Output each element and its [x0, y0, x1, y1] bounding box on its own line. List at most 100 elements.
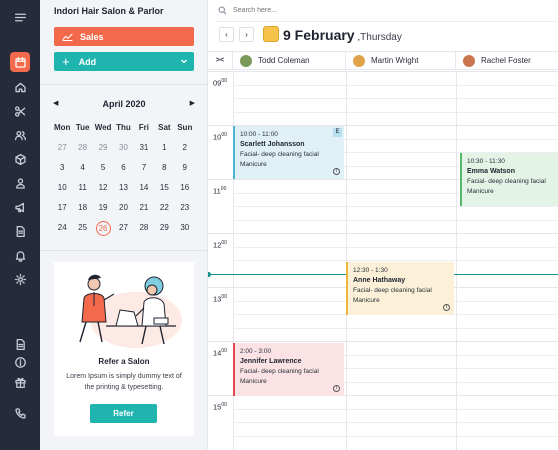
hour-line [208, 233, 558, 234]
calendar-day[interactable]: 4 [72, 162, 92, 182]
info-icon[interactable]: i [333, 385, 340, 392]
avatar [353, 54, 365, 67]
calendar-day[interactable]: 6 [113, 162, 133, 182]
appointment-tag: E [333, 128, 342, 137]
sales-button[interactable]: Sales [54, 27, 194, 46]
quarter-line [233, 84, 558, 86]
info-icon[interactable]: i [443, 304, 450, 311]
refer-button[interactable]: Refer [90, 404, 157, 423]
calendar-day[interactable]: 7 [134, 162, 154, 182]
calendar-day[interactable]: 29 [154, 222, 174, 242]
home-icon[interactable] [0, 76, 40, 98]
weekday-label: Wed [94, 123, 112, 132]
next-day-button[interactable]: › [239, 27, 254, 42]
search-input[interactable] [233, 7, 433, 14]
calendar-day[interactable]: 31 [134, 142, 154, 162]
sales-button-label: Sales [80, 31, 104, 42]
schedule-grid[interactable]: E 10:00 - 11:00 Scarlett Johansson Facia… [208, 71, 558, 450]
refer-card: Refer a Salon Lorem Ipsum is simply dumm… [54, 262, 194, 436]
calendar-day[interactable]: 25 [72, 222, 92, 242]
appointment-card[interactable]: 2:00 - 3:00 Jennifer Lawrence Facial- de… [233, 343, 344, 396]
users-icon[interactable] [0, 124, 40, 146]
appointment-time: 12:30 - 1:30 [353, 267, 388, 274]
calendar-day-today[interactable]: 26 [93, 221, 113, 242]
add-button[interactable]: + Add [54, 52, 194, 71]
appointment-card[interactable]: 12:30 - 1:30 Anne Hathaway Facial- deep … [346, 262, 454, 315]
calendar-day[interactable]: 1 [154, 142, 174, 162]
calendar-day[interactable]: 27 [52, 142, 72, 162]
calendar-day[interactable]: 14 [134, 182, 154, 202]
calendar-day[interactable]: 16 [175, 182, 195, 202]
chevron-down-icon[interactable] [180, 57, 188, 65]
hour-label: 0900 [213, 78, 227, 88]
calendar-day[interactable]: 5 [93, 162, 113, 182]
calendar-day[interactable]: 29 [93, 142, 113, 162]
user-icon[interactable] [0, 172, 40, 194]
calendar-day[interactable]: 18 [72, 202, 92, 222]
calendar-day[interactable]: 23 [175, 202, 195, 222]
calendar-day[interactable]: 11 [72, 182, 92, 202]
quarter-line [233, 111, 558, 113]
hour-label: 1500 [213, 402, 227, 412]
calendar-day[interactable]: 27 [113, 222, 133, 242]
divider [40, 84, 208, 85]
gift-icon[interactable] [0, 371, 40, 393]
plus-icon: + [62, 54, 70, 69]
calendar-day[interactable]: 15 [154, 182, 174, 202]
quarter-line [233, 260, 558, 261]
search-icon [218, 6, 227, 15]
weekday-label: Sun [177, 123, 193, 132]
info-icon[interactable]: i [333, 168, 340, 175]
current-weekday: ,Thursday [354, 32, 402, 43]
weekday-label: Mon [53, 123, 71, 132]
calendar-day[interactable]: 9 [175, 162, 195, 182]
staff-column-header[interactable]: Todd Coleman [233, 52, 346, 69]
appointment-time: 2:00 - 3:00 [240, 348, 272, 355]
hour-line [208, 341, 558, 342]
calendar-day[interactable]: 30 [175, 222, 195, 242]
calendar-day[interactable]: 20 [113, 202, 133, 222]
info-icon[interactable] [0, 351, 40, 373]
calendar-day[interactable]: 28 [134, 222, 154, 242]
date-picker-icon[interactable] [263, 26, 279, 42]
appointment-time: 10:00 - 11:00 [240, 131, 278, 138]
calendar-day[interactable]: 10 [52, 182, 72, 202]
calendar-day[interactable]: 12 [93, 182, 113, 202]
calendar-day[interactable]: 19 [93, 202, 113, 222]
scissors-icon[interactable] [0, 100, 40, 122]
calendar-day[interactable]: 24 [52, 222, 72, 242]
menu-icon[interactable] [0, 6, 40, 28]
hour-label: 1000 [213, 132, 227, 142]
calendar-day[interactable]: 17 [52, 202, 72, 222]
weekday-label: Tue [75, 123, 90, 132]
prev-day-button[interactable]: ‹ [219, 27, 234, 42]
megaphone-icon[interactable] [0, 196, 40, 218]
calendar-day[interactable]: 8 [154, 162, 174, 182]
hour-label: 1400 [213, 348, 227, 358]
refer-illustration [79, 274, 182, 348]
avatar [463, 54, 475, 67]
appointment-card[interactable]: E 10:00 - 11:00 Scarlett Johansson Facia… [233, 126, 344, 179]
staff-column-header[interactable]: Rachel Foster [456, 52, 558, 69]
collapse-toggle[interactable]: >< [208, 52, 233, 69]
calendar-day[interactable]: 13 [113, 182, 133, 202]
calendar-day[interactable]: 30 [113, 142, 133, 162]
calendar-day[interactable]: 21 [134, 202, 154, 222]
appointment-card[interactable]: 10:30 - 11:30 Emma Watson Facial- deep c… [460, 153, 558, 206]
staff-column-header[interactable]: Martin Wright [346, 52, 456, 69]
calendar-day[interactable]: 3 [52, 162, 72, 182]
calendar-day[interactable]: 2 [175, 142, 195, 162]
next-month-icon[interactable]: ▶ [190, 98, 195, 110]
bell-icon[interactable] [0, 244, 40, 266]
quarter-line [233, 435, 558, 437]
settings-icon[interactable] [0, 268, 40, 290]
phone-icon[interactable] [0, 402, 40, 424]
calendar-icon[interactable] [0, 51, 40, 73]
mini-calendar-header: ◀ April 2020 ▶ [53, 98, 195, 110]
calendar-day[interactable]: 22 [154, 202, 174, 222]
appointment-client: Scarlett Johansson [240, 141, 305, 148]
document-icon[interactable] [0, 220, 40, 242]
box-icon[interactable] [0, 148, 40, 170]
quarter-line [233, 98, 558, 99]
calendar-day[interactable]: 28 [72, 142, 92, 162]
